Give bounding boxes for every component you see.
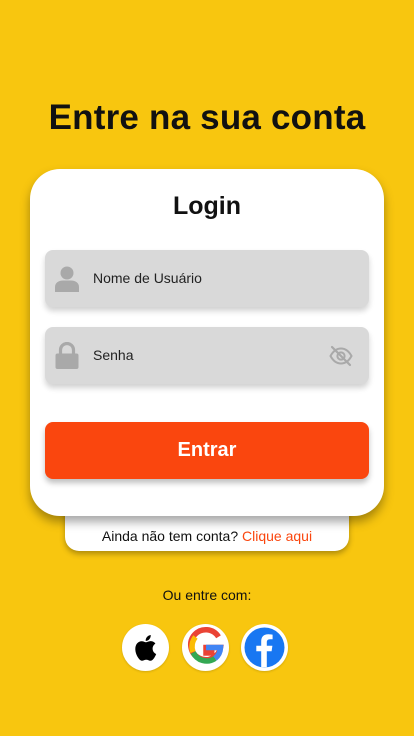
password-field[interactable]: Senha bbox=[45, 327, 369, 384]
login-card: Login Nome de Usuário Senha Entrar bbox=[30, 169, 384, 516]
google-logo-icon bbox=[188, 626, 224, 664]
username-placeholder: Nome de Usuário bbox=[93, 270, 202, 286]
apple-logo-icon bbox=[135, 635, 157, 661]
login-card-title: Login bbox=[172, 192, 242, 220]
user-icon bbox=[54, 265, 80, 292]
apple-login-button[interactable] bbox=[122, 624, 169, 671]
lock-icon bbox=[54, 341, 80, 369]
page-title: Entre na sua conta bbox=[48, 98, 366, 137]
facebook-login-button[interactable] bbox=[241, 624, 288, 671]
social-login-label: Ou entre com: bbox=[162, 587, 252, 603]
google-login-button[interactable] bbox=[182, 624, 229, 671]
login-submit-button[interactable]: Entrar bbox=[45, 422, 369, 479]
signup-text: Ainda não tem conta? Clique aqui bbox=[65, 528, 349, 544]
facebook-logo-icon bbox=[244, 627, 285, 668]
social-login-buttons bbox=[122, 624, 292, 672]
signup-prompt: Ainda não tem conta? bbox=[101, 528, 239, 544]
username-field[interactable]: Nome de Usuário bbox=[45, 250, 369, 307]
password-placeholder: Senha bbox=[93, 347, 134, 363]
eye-off-icon[interactable] bbox=[329, 344, 353, 368]
signup-link[interactable]: Clique aqui bbox=[242, 528, 312, 544]
